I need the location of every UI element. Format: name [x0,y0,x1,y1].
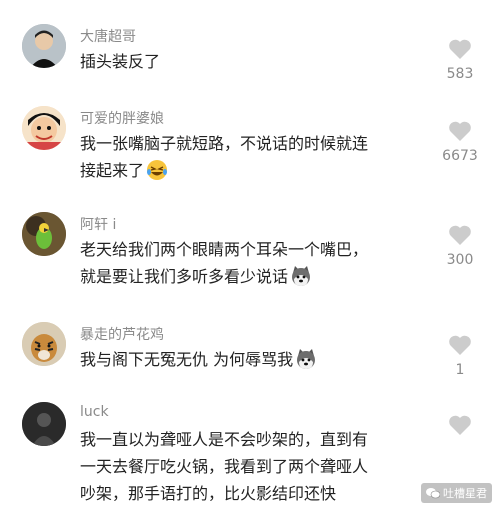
like-button[interactable] [438,414,482,436]
username[interactable]: 暴走的芦花鸡 [80,324,164,344]
comment-text: 老天给我们两个眼睛两个耳朵一个嘴巴， 就是要让我们多听多看少说话 [80,236,440,290]
laughing-tears-emoji [147,160,168,180]
heart-icon [449,39,471,59]
like-count: 300 [446,252,474,268]
comment-text-body: 老天给我们两个眼睛两个耳朵一个嘴巴， 就是要让我们多听多看少说话 [80,240,369,286]
comment-text: 我一直以为聋哑人是不会吵架的，直到有 一天去餐厅吃火锅，我看到了两个聋哑人 吵架… [80,430,369,503]
username[interactable]: 可爱的胖婆娘 [80,108,164,128]
avatar[interactable] [22,24,66,68]
like-count: 1 [455,362,465,378]
heart-icon [449,121,471,141]
username[interactable]: 阿轩 i [80,214,116,234]
wechat-icon [426,488,440,499]
like-button[interactable]: 583 [438,38,482,82]
avatar[interactable] [22,402,66,446]
like-button[interactable]: 6673 [438,120,482,164]
husky-emoji [297,349,316,369]
avatar[interactable] [22,212,66,256]
avatar[interactable] [22,106,66,150]
like-button[interactable]: 1 [438,334,482,378]
like-button[interactable]: 300 [438,224,482,268]
comment-text-body: 我与阁下无冤无仇 为何辱骂我 [80,350,294,369]
comment-text: 我一张嘴脑子就短路，不说话的时候就连 接起来了 [80,130,440,184]
avatar[interactable] [22,322,66,366]
comment-text: 我与阁下无冤无仇 为何辱骂我 [80,346,440,373]
username[interactable]: luck [80,404,109,420]
comment-text: 插头装反了 [80,52,161,71]
like-count: 6673 [442,148,478,164]
watermark: 吐槽星君 [421,483,492,503]
comment-text-body: 我一张嘴脑子就短路，不说话的时候就连 接起来了 [80,134,369,180]
like-count: 583 [446,66,474,82]
username[interactable]: 大唐超哥 [80,26,136,46]
watermark-text: 吐槽星君 [443,487,487,500]
heart-icon [449,335,471,355]
heart-icon [449,415,471,435]
heart-icon [449,225,471,245]
husky-emoji [292,266,311,286]
